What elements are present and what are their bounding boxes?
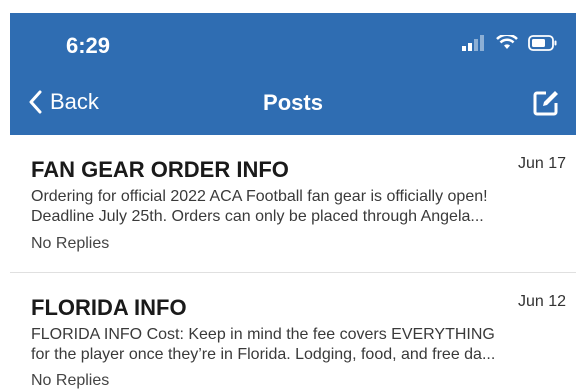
post-preview-line: for the player once they’re in Florida. … xyxy=(31,346,496,363)
compose-icon xyxy=(533,91,558,116)
status-icons xyxy=(462,35,558,51)
post-date: Jun 12 xyxy=(517,293,566,310)
post-preview: Ordering for official 2022 ACA Football … xyxy=(31,187,566,227)
battery-icon xyxy=(528,35,557,51)
post-title: FAN GEAR ORDER INFO xyxy=(31,157,289,182)
nav-bar: Back Posts xyxy=(10,77,576,135)
post-preview-line: FLORIDA INFO Cost: Keep in mind the fee … xyxy=(31,326,495,343)
cellular-signal-icon xyxy=(462,35,484,51)
post-date: Jun 17 xyxy=(517,155,566,172)
post-title: FLORIDA INFO xyxy=(31,295,187,320)
compose-button[interactable] xyxy=(532,89,560,122)
post-replies: No Replies xyxy=(31,372,110,389)
posts-list: FAN GEAR ORDER INFO Jun 17 Ordering for … xyxy=(10,135,576,391)
post-item[interactable]: FLORIDA INFO Jun 12 FLORIDA INFO Cost: K… xyxy=(10,273,576,391)
status-time: 6:29 xyxy=(66,33,111,58)
wifi-icon xyxy=(496,35,518,49)
page-title: Posts xyxy=(263,90,323,115)
app-header: 6:29 Back Posts xyxy=(10,13,576,135)
post-preview-line: Ordering for official 2022 ACA Football … xyxy=(31,188,488,205)
post-preview: FLORIDA INFO Cost: Keep in mind the fee … xyxy=(31,325,566,365)
post-preview-line: Deadline July 25th. Orders can only be p… xyxy=(31,208,484,225)
post-replies: No Replies xyxy=(31,235,110,252)
post-item[interactable]: FAN GEAR ORDER INFO Jun 17 Ordering for … xyxy=(10,135,576,273)
